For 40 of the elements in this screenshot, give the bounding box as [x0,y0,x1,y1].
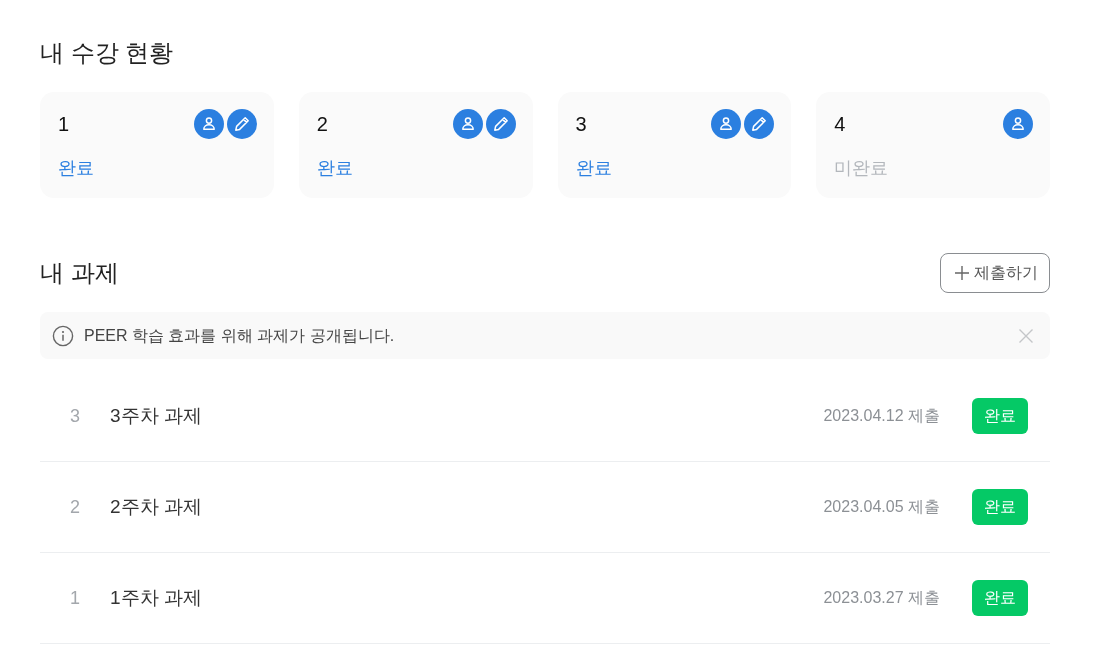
submission-date: 2023.04.12 제출 [823,406,940,426]
course-card[interactable]: 4 미완료 [816,92,1050,198]
info-icon [52,324,74,347]
assignment-number: 1 [69,586,81,610]
pencil-icon[interactable] [226,109,257,139]
person-icon[interactable] [711,109,742,139]
section-title: 내 과제 [40,258,119,288]
course-status: 미완료 [834,157,890,180]
assignment-title: 1주차 과제 [110,585,203,610]
course-card[interactable]: 1 완료 [40,92,274,198]
section-title: 내 수강 현황 [40,38,175,68]
status-badge: 완료 [972,489,1028,525]
status-badge: 완료 [972,398,1028,434]
assignment-number: 3 [69,404,81,428]
course-number: 4 [834,112,846,136]
course-status: 완료 [575,157,613,180]
status-badge: 완료 [972,580,1028,616]
course-number: 1 [58,112,70,136]
assignment-row[interactable]: 1 1주차 과제 2023.03.27 제출 완료 [40,553,1050,644]
assignment-title: 3주차 과제 [110,403,203,428]
assignment-row[interactable]: 3 3주차 과제 2023.04.12 제출 완료 [40,371,1050,462]
pencil-icon[interactable] [744,109,775,139]
pencil-icon[interactable] [485,109,516,139]
person-icon[interactable] [1003,109,1033,139]
person-icon[interactable] [193,109,224,139]
submission-date: 2023.03.27 제출 [823,588,940,608]
plus-icon [954,265,970,281]
course-status: 완료 [58,157,95,180]
course-number: 3 [575,112,587,136]
assignment-row[interactable]: 2 2주차 과제 2023.04.05 제출 완료 [40,462,1050,553]
assignment-number: 2 [69,495,81,519]
assignment-title: 2주차 과제 [110,494,203,519]
course-card[interactable]: 3 완료 [557,92,792,198]
course-number: 2 [316,112,328,136]
course-status: 완료 [316,157,354,180]
person-icon[interactable] [452,109,483,139]
course-card[interactable]: 2 완료 [298,92,533,198]
notice-text: PEER 학습 효과를 위해 과제가 공개됩니다. [84,325,396,346]
submission-date: 2023.04.05 제출 [823,497,940,517]
submit-button[interactable]: 제출하기 [940,253,1050,293]
